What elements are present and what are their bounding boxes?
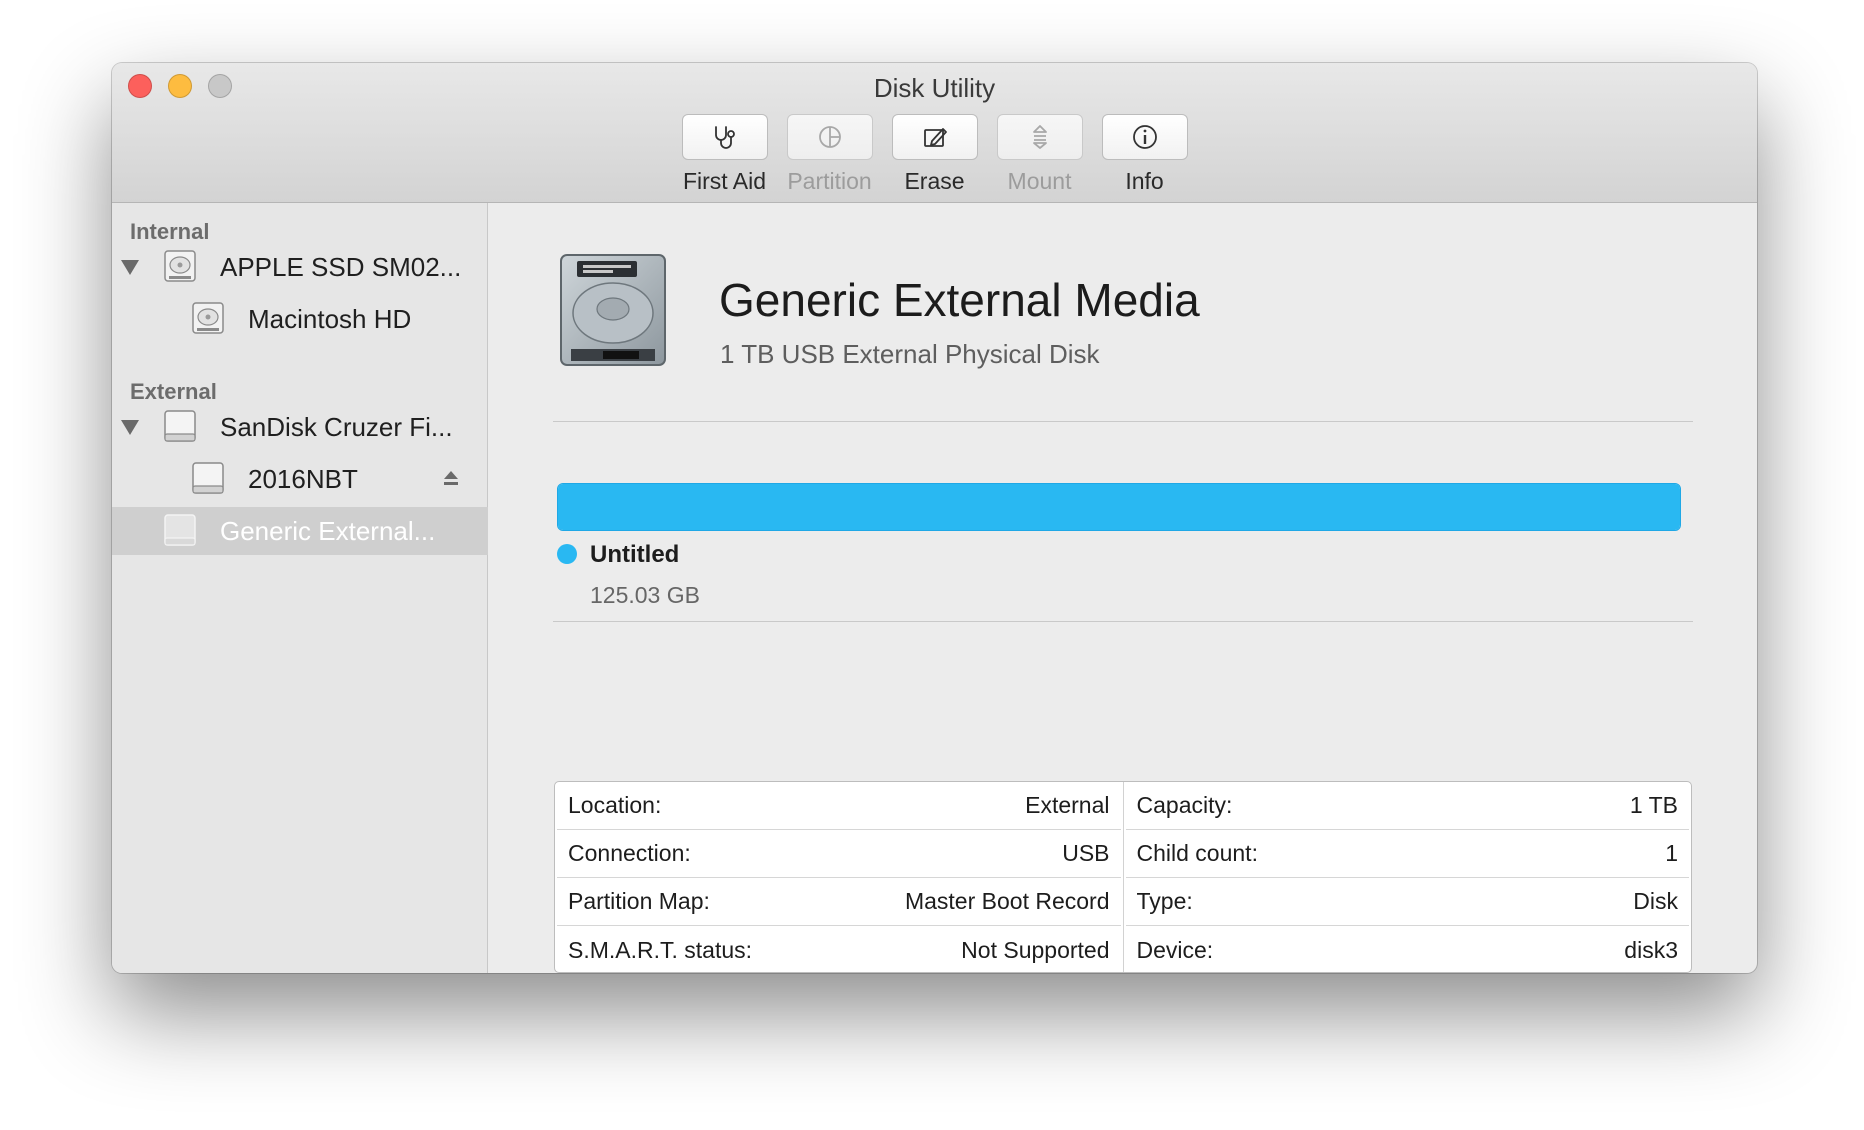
external-disk-icon <box>164 514 196 546</box>
erase-label: Erase <box>904 168 965 194</box>
hard-drive-icon <box>560 254 666 366</box>
partition-button[interactable] <box>786 114 873 160</box>
sidebar-item-sandisk[interactable]: SanDisk Cruzer Fi... <box>112 403 488 451</box>
first-aid-label: First Aid <box>682 168 767 194</box>
info-label: Info <box>1125 168 1164 194</box>
info-value: 1 TB <box>1629 792 1678 818</box>
titlebar: Disk Utility First Aid Partition Erase M… <box>112 63 1757 203</box>
usage-bar-fill <box>558 484 1680 530</box>
info-value: 1 <box>1665 840 1678 866</box>
info-button[interactable] <box>1101 114 1188 160</box>
info-row: Capacity: 1 TB <box>1125 782 1689 830</box>
info-tool[interactable]: Info <box>1101 114 1189 195</box>
mount-tool[interactable]: Mount <box>996 114 1084 195</box>
volume-color-dot <box>557 544 577 564</box>
external-volume-icon <box>192 462 224 494</box>
partition-icon <box>818 126 841 148</box>
info-row: Child count: 1 <box>1125 830 1689 878</box>
divider <box>553 621 1693 622</box>
erase-tool[interactable]: Erase <box>891 114 979 195</box>
info-label: Child count: <box>1136 840 1258 866</box>
sidebar-item-label: 2016NBT <box>248 463 358 494</box>
info-label: Type: <box>1136 888 1193 914</box>
info-label: Partition Map: <box>568 888 710 914</box>
info-label: Connection: <box>568 840 691 866</box>
stethoscope-icon <box>714 126 735 149</box>
info-column-left: Location: External Connection: USB Partition… <box>555 782 1123 972</box>
mount-icon <box>1032 125 1047 149</box>
disk-info-table: Location: External Connection: USB Partition… <box>554 781 1692 973</box>
sidebar-item-label: APPLE SSD SM02... <box>220 251 462 282</box>
sidebar-item-label: Macintosh HD <box>248 303 412 334</box>
first-aid-tool[interactable]: First Aid <box>681 114 769 195</box>
eject-icon[interactable] <box>442 469 460 487</box>
disclosure-triangle-icon[interactable] <box>121 420 139 435</box>
disk-title: Generic External Media <box>719 274 1200 326</box>
info-row: Partition Map: Master Boot Record <box>557 878 1121 926</box>
disk-description: 1 TB USB External Physical Disk <box>720 339 1100 369</box>
erase-button[interactable] <box>891 114 978 160</box>
sidebar-item-macintosh-hd[interactable]: Macintosh HD <box>112 295 488 343</box>
volume-size: 125.03 GB <box>590 582 700 608</box>
info-value: Disk <box>1633 888 1678 914</box>
internal-disk-icon <box>164 250 196 282</box>
info-row: S.M.A.R.T. status: Not Supported <box>557 926 1121 973</box>
window-title: Disk Utility <box>873 73 996 103</box>
divider <box>553 421 1693 422</box>
info-value: USB <box>1062 840 1110 866</box>
info-label: Capacity: <box>1136 792 1233 818</box>
sidebar-item-label: Generic External... <box>220 515 436 546</box>
partition-label: Partition <box>787 168 872 194</box>
disclosure-triangle-icon[interactable] <box>121 260 139 275</box>
info-value: disk3 <box>1624 936 1678 963</box>
external-section-header: External <box>130 379 217 404</box>
info-value: External <box>1025 792 1110 818</box>
toolbar: First Aid Partition Erase Mount Info <box>112 114 1757 195</box>
info-value: Not Supported <box>961 936 1110 963</box>
volume-name: Untitled <box>590 541 680 568</box>
mount-label: Mount <box>1007 168 1072 194</box>
usage-bar <box>557 483 1681 531</box>
first-aid-button[interactable] <box>681 114 768 160</box>
mount-button[interactable] <box>996 114 1083 160</box>
sidebar-item-apple-ssd[interactable]: APPLE SSD SM02... <box>112 243 488 291</box>
info-label: S.M.A.R.T. status: <box>568 936 753 963</box>
sidebar: Internal APPLE SSD SM02... Macintosh HD … <box>112 203 488 973</box>
sidebar-item-2016nbt[interactable]: 2016NBT <box>112 455 488 503</box>
internal-volume-icon <box>192 302 224 334</box>
info-label: Device: <box>1136 936 1214 963</box>
partition-tool[interactable]: Partition <box>786 114 874 195</box>
sidebar-item-label: SanDisk Cruzer Fi... <box>220 411 453 442</box>
info-icon <box>1132 125 1157 149</box>
disk-utility-window: Disk Utility First Aid Partition Erase M… <box>112 63 1757 973</box>
info-row: Connection: USB <box>557 830 1121 878</box>
info-row: Device: disk3 <box>1126 926 1690 973</box>
sidebar-item-generic-external[interactable]: Generic External... <box>112 507 488 555</box>
info-row: Location: External <box>557 782 1121 830</box>
info-label: Location: <box>568 792 662 818</box>
internal-section-header: Internal <box>130 219 210 244</box>
info-value: Master Boot Record <box>904 888 1110 914</box>
main-panel: Generic External Media 1 TB USB External… <box>489 203 1757 973</box>
erase-icon <box>923 128 947 147</box>
info-row: Type: Disk <box>1125 878 1689 926</box>
external-disk-icon <box>164 410 196 442</box>
info-column-right: Capacity: 1 TB Child count: 1 Type: Disk Devic… <box>1122 782 1692 973</box>
